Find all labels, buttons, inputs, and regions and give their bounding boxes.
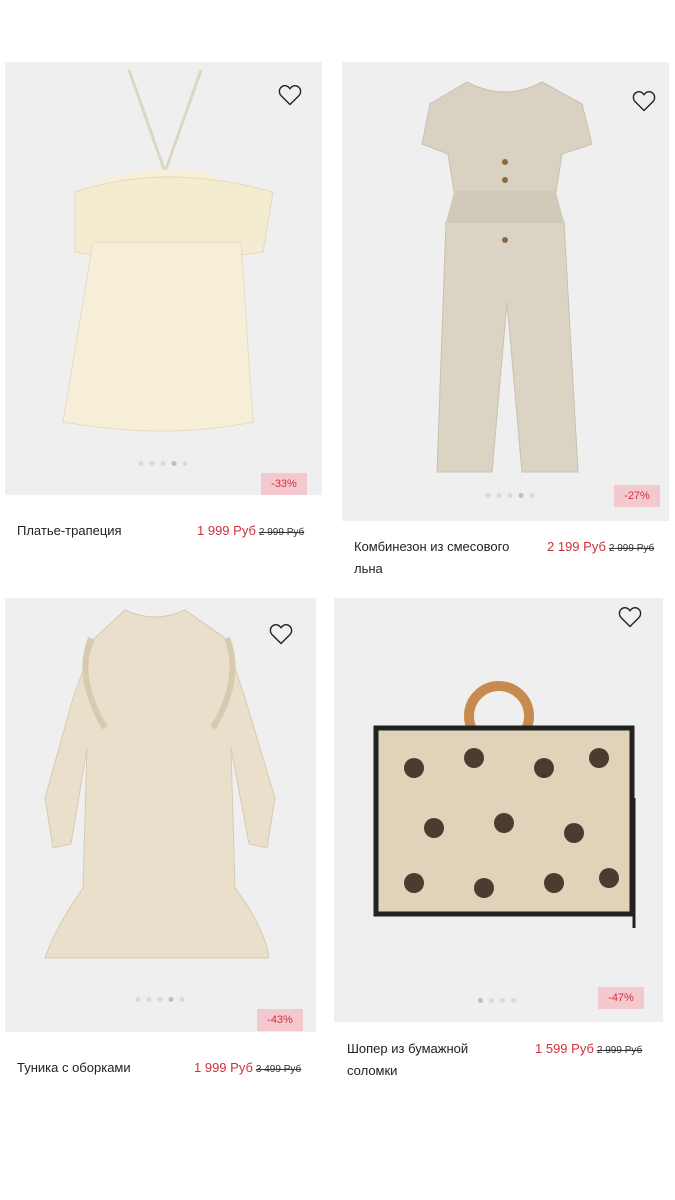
sale-price: 1 599 Руб [535, 1041, 594, 1056]
dress-image [62, 69, 274, 432]
sale-price: 1 999 Руб [194, 1060, 253, 1075]
product-card[interactable]: -47% Шопер из бумажной соломки 1 599 Руб… [334, 598, 663, 1090]
product-photo[interactable]: -33% [5, 62, 322, 495]
favorite-heart-icon[interactable] [618, 606, 644, 630]
product-card[interactable]: -43% Туника с оборками 1 999 Руб 3 499 Ру… [5, 598, 316, 1090]
carousel-dots [135, 997, 185, 1002]
favorite-heart-icon[interactable] [269, 623, 295, 647]
carousel-dot-active[interactable] [171, 461, 177, 466]
product-price: 1 999 Руб 3 499 Руб [194, 1057, 301, 1081]
carousel-dot[interactable] [507, 493, 513, 498]
old-price: 2 999 Руб [258, 527, 305, 538]
carousel-dot[interactable] [511, 998, 516, 1003]
carousel-dot[interactable] [485, 493, 491, 498]
product-price: 2 199 Руб 2 999 Руб [547, 536, 654, 560]
product-photo[interactable]: -47% [334, 598, 663, 1022]
carousel-dot[interactable] [135, 997, 141, 1002]
discount-badge: -43% [257, 1009, 303, 1031]
product-card[interactable]: -33% Платье-трапеция 1 999 Руб 2 999 Руб [5, 62, 322, 558]
carousel-dot[interactable] [146, 997, 152, 1002]
carousel-dots [478, 998, 516, 1003]
sale-price: 1 999 Руб [197, 523, 256, 538]
discount-badge: -27% [614, 485, 660, 507]
favorite-heart-icon[interactable] [632, 90, 658, 114]
carousel-dot-active[interactable] [478, 998, 483, 1003]
carousel-dot[interactable] [149, 461, 155, 466]
product-price: 1 599 Руб 2 999 Руб [535, 1038, 642, 1062]
discount-badge: -33% [261, 473, 307, 495]
sale-price: 2 199 Руб [547, 539, 606, 554]
favorite-heart-icon[interactable] [278, 84, 304, 108]
product-title[interactable]: Туника с оборками [17, 1057, 192, 1079]
bag-image [373, 681, 636, 928]
carousel-dot[interactable] [138, 461, 144, 466]
carousel-dot[interactable] [179, 997, 185, 1002]
tunic-image [44, 609, 276, 959]
carousel-dot[interactable] [489, 998, 494, 1003]
old-price: 2 999 Руб [608, 543, 655, 554]
carousel-dot[interactable] [157, 997, 163, 1002]
carousel-dot[interactable] [182, 461, 188, 466]
jumpsuit-image [421, 81, 593, 473]
carousel-dot[interactable] [160, 461, 166, 466]
carousel-dot[interactable] [529, 493, 535, 498]
carousel-dot-active[interactable] [168, 997, 174, 1002]
product-title[interactable]: Платье-трапеция [17, 520, 197, 542]
carousel-dot-active[interactable] [518, 493, 524, 498]
discount-badge: -47% [598, 987, 644, 1009]
product-card[interactable]: -27% Комбинезон из смесового льна 2 199 … [342, 62, 669, 582]
old-price: 2 999 Руб [596, 1045, 643, 1056]
product-photo[interactable]: -43% [5, 598, 316, 1032]
carousel-dot[interactable] [500, 998, 505, 1003]
carousel-dot[interactable] [496, 493, 502, 498]
product-photo[interactable]: -27% [342, 62, 669, 521]
carousel-dots [485, 493, 535, 498]
product-title[interactable]: Комбинезон из смесового льна [354, 536, 539, 580]
old-price: 3 499 Руб [255, 1064, 302, 1075]
carousel-dots [138, 461, 188, 466]
product-price: 1 999 Руб 2 999 Руб [197, 520, 304, 544]
product-title[interactable]: Шопер из бумажной соломки [347, 1038, 517, 1082]
